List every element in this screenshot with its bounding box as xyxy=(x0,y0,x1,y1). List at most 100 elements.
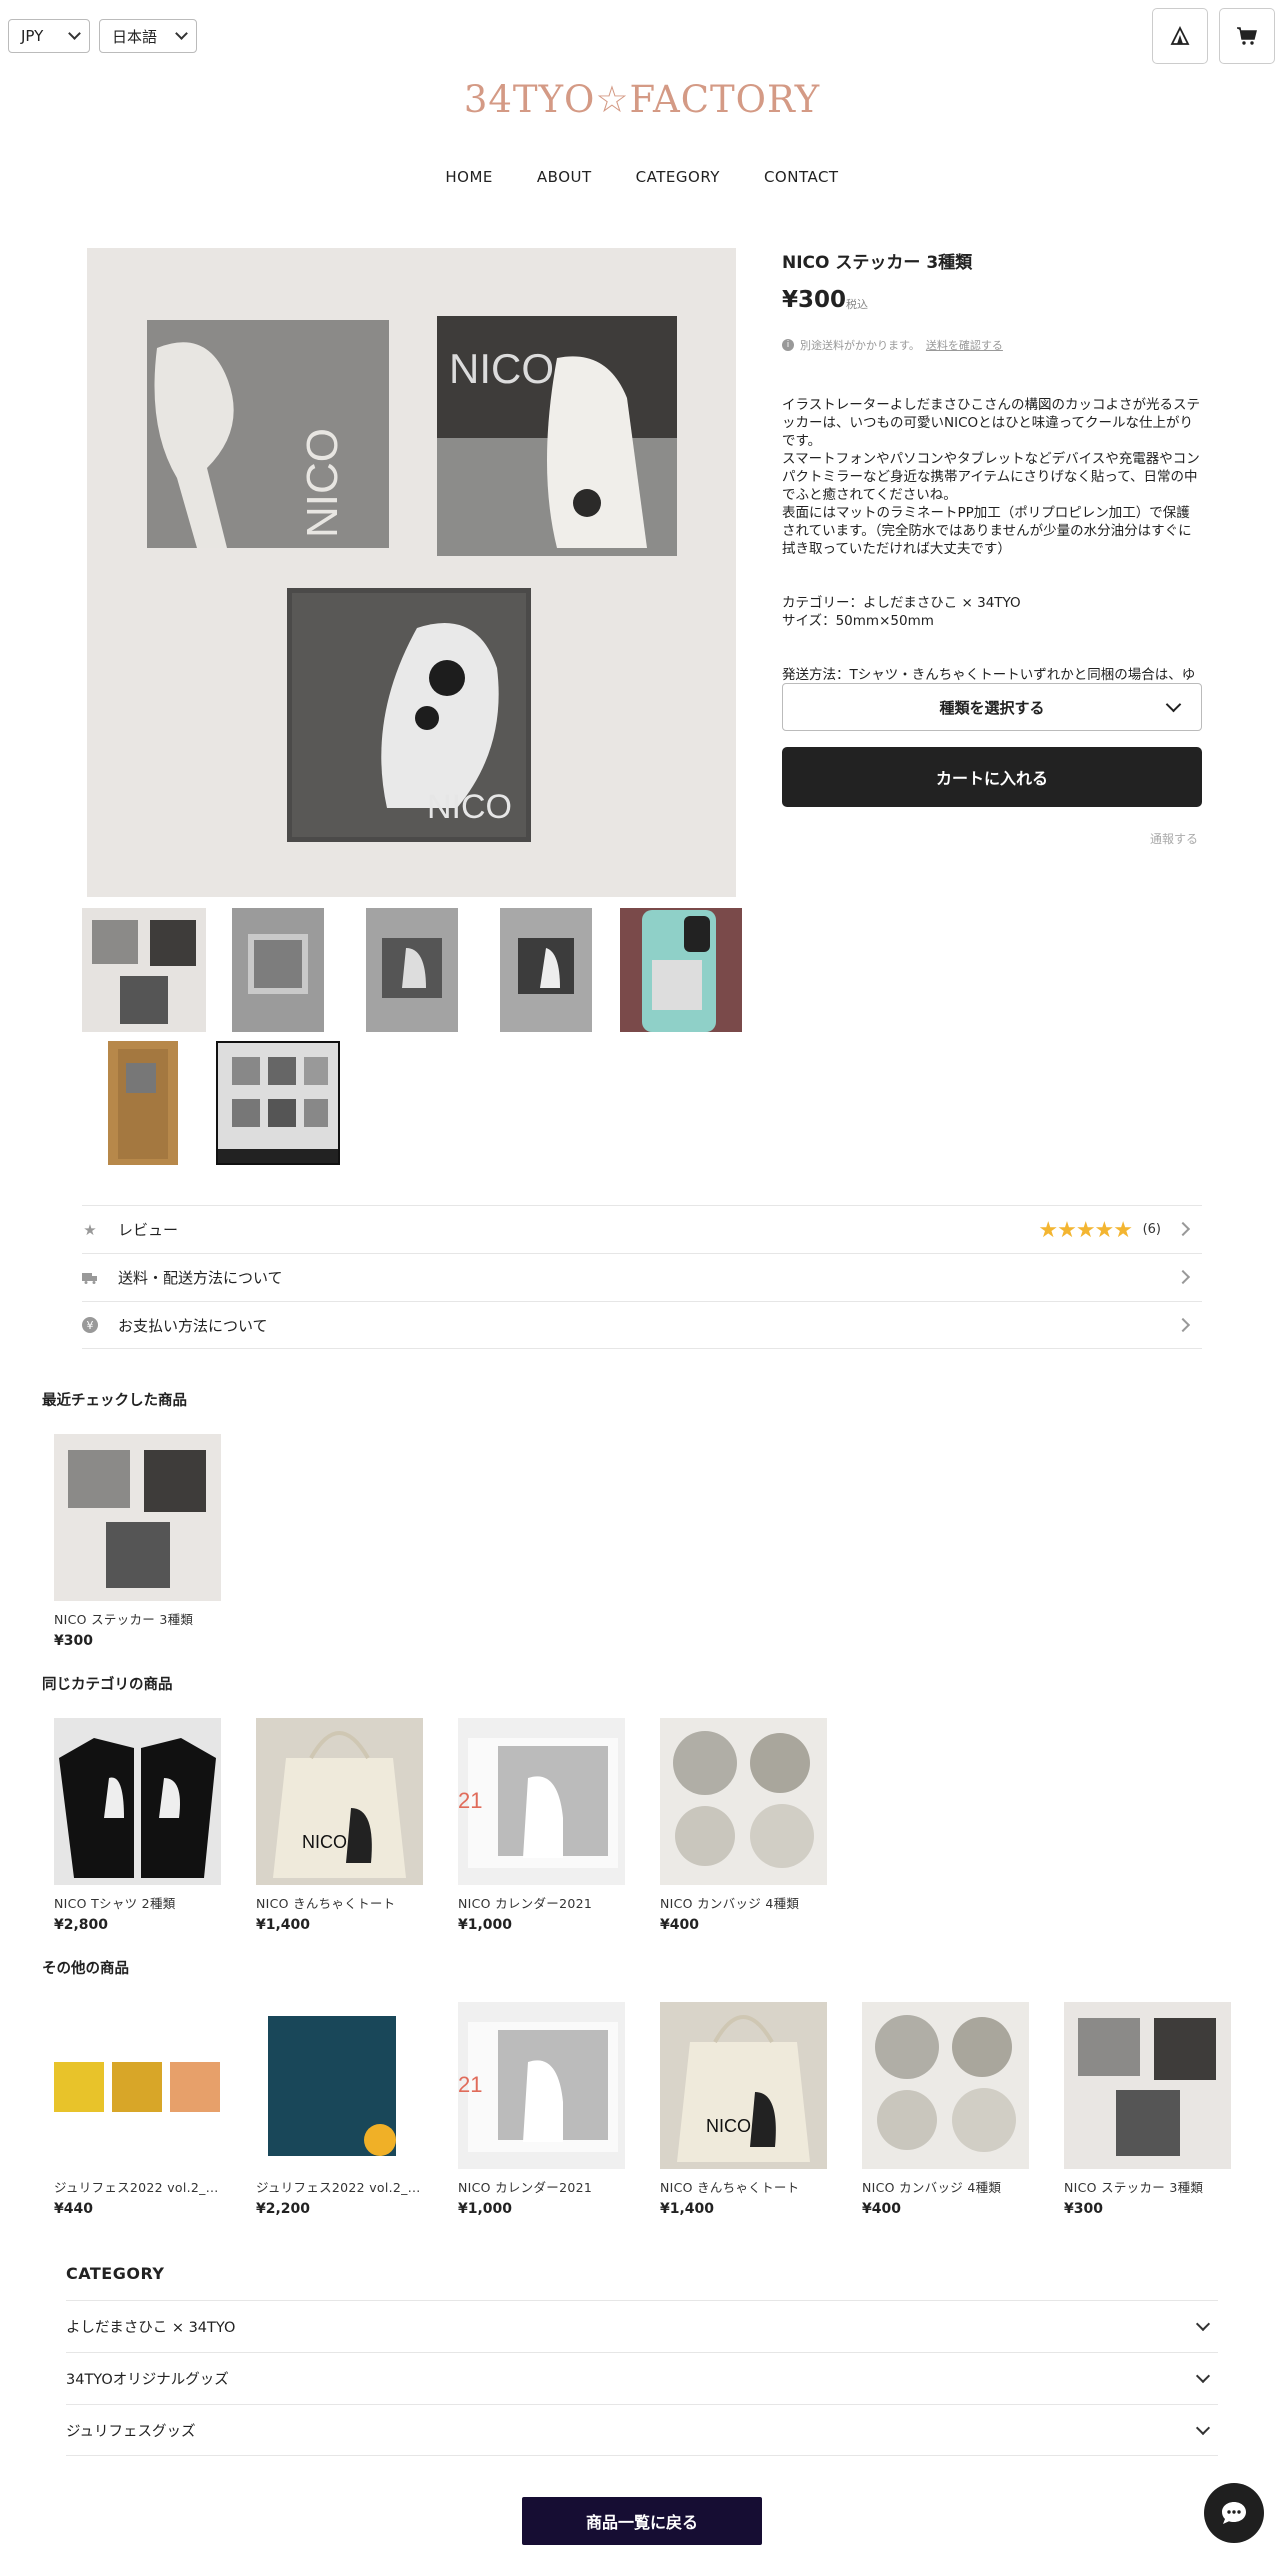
product-name[interactable]: NICO きんちゃくトート xyxy=(256,1893,423,1912)
product-image[interactable] xyxy=(256,2002,423,2169)
nav-contact[interactable]: CONTACT xyxy=(764,168,839,186)
product-price: ¥400 xyxy=(660,1917,699,1933)
category-label: 34TYOオリジナルグッズ xyxy=(66,2372,229,2388)
product-image[interactable]: 21 xyxy=(458,1718,625,1885)
chevron-down-icon xyxy=(1195,2368,1211,2384)
review-row[interactable]: ★ レビュー ★★★★★ (6) xyxy=(82,1205,1202,1253)
same-category-heading: 同じカテゴリの商品 xyxy=(42,1677,173,1693)
language-select[interactable]: 日本語 xyxy=(99,19,197,53)
product-name[interactable]: NICO カンバッジ 4種類 xyxy=(660,1893,827,1912)
thumbnail-6[interactable] xyxy=(108,1041,178,1165)
chevron-down-icon xyxy=(1195,2316,1211,2332)
account-button[interactable] xyxy=(1152,8,1208,64)
product-card[interactable]: NICO Tシャツ 2種類 ¥2,800 xyxy=(54,1718,221,1933)
svg-text:NICO: NICO xyxy=(706,2116,751,2136)
thumbnail-3[interactable] xyxy=(366,908,458,1032)
product-price: ¥1,000 xyxy=(458,2201,513,2217)
chevron-right-icon xyxy=(1175,1269,1191,1285)
product-price: ¥1,400 xyxy=(256,1917,311,1933)
svg-text:NICO: NICO xyxy=(302,1832,347,1852)
product-image[interactable]: 21 xyxy=(458,2002,625,2169)
nav-about[interactable]: ABOUT xyxy=(537,168,592,186)
thumbnail-2[interactable] xyxy=(232,908,324,1032)
tax-label: 税込 xyxy=(846,298,868,311)
currency-value: JPY xyxy=(21,27,44,45)
description-text: イラストレーターよしだまさひこさんの構図のカッコよさが光るステッカーは、いつもの… xyxy=(782,397,1200,557)
product-card[interactable]: 21 NICO カレンダー2021 ¥1,000 xyxy=(458,2002,625,2217)
sticker-label: NICO xyxy=(449,345,554,392)
thumbnail-4[interactable] xyxy=(500,908,592,1032)
product-name[interactable]: NICO きんちゃくトート xyxy=(660,2177,827,2196)
product-price: ¥300 xyxy=(782,287,847,313)
product-card[interactable]: NICO カンバッジ 4種類 ¥400 xyxy=(862,2002,1029,2217)
product-image[interactable] xyxy=(54,1434,221,1601)
nav-category[interactable]: CATEGORY xyxy=(636,168,720,186)
category-item[interactable]: 34TYOオリジナルグッズ xyxy=(66,2352,1218,2404)
product-image[interactable]: NICO xyxy=(660,2002,827,2169)
product-name[interactable]: NICO カレンダー2021 xyxy=(458,1893,625,1912)
payment-label: お支払い方法について xyxy=(118,1316,268,1335)
product-price: ¥1,000 xyxy=(458,1917,513,1933)
product-card[interactable]: ジュリフェス2022 vol.2_... ¥2,200 xyxy=(256,2002,423,2217)
thumbnail-1[interactable] xyxy=(82,908,206,1032)
product-image[interactable] xyxy=(54,2002,221,2169)
product-price: ¥2,800 xyxy=(54,1917,109,1933)
chevron-down-icon xyxy=(1195,2420,1211,2436)
product-name[interactable]: NICO カレンダー2021 xyxy=(458,2177,625,2196)
product-image[interactable] xyxy=(862,2002,1029,2169)
others-heading: その他の商品 xyxy=(42,1961,129,1977)
currency-select[interactable]: JPY xyxy=(8,19,90,53)
back-to-list-button[interactable]: 商品一覧に戻る xyxy=(522,2497,762,2545)
variant-select[interactable]: 種類を選択する xyxy=(782,683,1202,731)
product-card[interactable]: NICO NICO きんちゃくトート ¥1,400 xyxy=(660,2002,827,2217)
product-image[interactable] xyxy=(660,1718,827,1885)
product-price: ¥2,200 xyxy=(256,2201,311,2217)
truck-icon xyxy=(82,1270,98,1286)
chat-button[interactable] xyxy=(1204,2483,1264,2543)
product-name[interactable]: NICO ステッカー 3種類 xyxy=(1064,2177,1231,2196)
product-name[interactable]: NICO Tシャツ 2種類 xyxy=(54,1893,221,1912)
thumbnail-7[interactable] xyxy=(216,1041,340,1165)
product-card[interactable]: NICO カンバッジ 4種類 ¥400 xyxy=(660,1718,827,1933)
add-to-cart-button[interactable]: カートに入れる xyxy=(782,747,1202,807)
product-main-image[interactable]: NICO NICO NICO xyxy=(87,248,736,897)
product-title: NICO ステッカー 3種類 xyxy=(782,253,973,273)
product-card[interactable]: NICO NICO きんちゃくトート ¥1,400 xyxy=(256,1718,423,1933)
product-name[interactable]: ジュリフェス2022 vol.2_... xyxy=(256,2177,423,2196)
shipping-link[interactable]: 送料を確認する xyxy=(926,337,1003,353)
product-price: ¥300 xyxy=(1064,2201,1103,2217)
category-label: よしだまさひこ × 34TYO xyxy=(66,2320,236,2336)
review-label: レビュー xyxy=(118,1221,179,1239)
site-logo[interactable]: 34TYO☆FACTORY xyxy=(0,78,1284,121)
nav-home[interactable]: HOME xyxy=(445,168,493,186)
product-card[interactable]: NICO ステッカー 3種類 ¥300 xyxy=(1064,2002,1231,2217)
variant-select-label: 種類を選択する xyxy=(939,698,1045,717)
review-count: (6) xyxy=(1142,1222,1161,1237)
chat-icon xyxy=(1222,2502,1246,2524)
report-link[interactable]: 通報する xyxy=(1150,830,1198,847)
category-item[interactable]: よしだまさひこ × 34TYO xyxy=(66,2300,1218,2352)
tent-icon xyxy=(1170,26,1190,45)
info-icon: i xyxy=(782,339,794,351)
product-card[interactable]: NICO ステッカー 3種類 ¥300 xyxy=(54,1434,221,1649)
shipping-row[interactable]: 送料・配送方法について xyxy=(82,1253,1202,1301)
product-image[interactable] xyxy=(1064,2002,1231,2169)
product-name[interactable]: ジュリフェス2022 vol.2_... xyxy=(54,2177,221,2196)
svg-text:¥: ¥ xyxy=(87,1319,94,1332)
cart-button[interactable] xyxy=(1219,8,1275,64)
rating-stars: ★★★★★ xyxy=(1038,1218,1133,1243)
product-card[interactable]: 21 NICO カレンダー2021 ¥1,000 xyxy=(458,1718,625,1933)
category-item[interactable]: ジュリフェスグッズ xyxy=(66,2404,1218,2456)
product-image[interactable]: NICO xyxy=(256,1718,423,1885)
chevron-down-icon xyxy=(1165,696,1182,713)
product-card[interactable]: ジュリフェス2022 vol.2_... ¥440 xyxy=(54,2002,221,2217)
payment-row[interactable]: ¥ お支払い方法について xyxy=(82,1301,1202,1349)
product-image[interactable] xyxy=(54,1718,221,1885)
yen-icon: ¥ xyxy=(82,1317,98,1333)
sticker-label: NICO xyxy=(427,788,512,826)
product-spec: カテゴリー：よしだまさひこ × 34TYO サイズ：50mm×50mm xyxy=(782,595,1021,629)
product-name[interactable]: NICO ステッカー 3種類 xyxy=(54,1609,221,1628)
product-name[interactable]: NICO カンバッジ 4種類 xyxy=(862,2177,1029,2196)
thumbnail-5[interactable] xyxy=(620,908,742,1032)
main-nav: HOME ABOUT CATEGORY CONTACT xyxy=(0,168,1284,186)
